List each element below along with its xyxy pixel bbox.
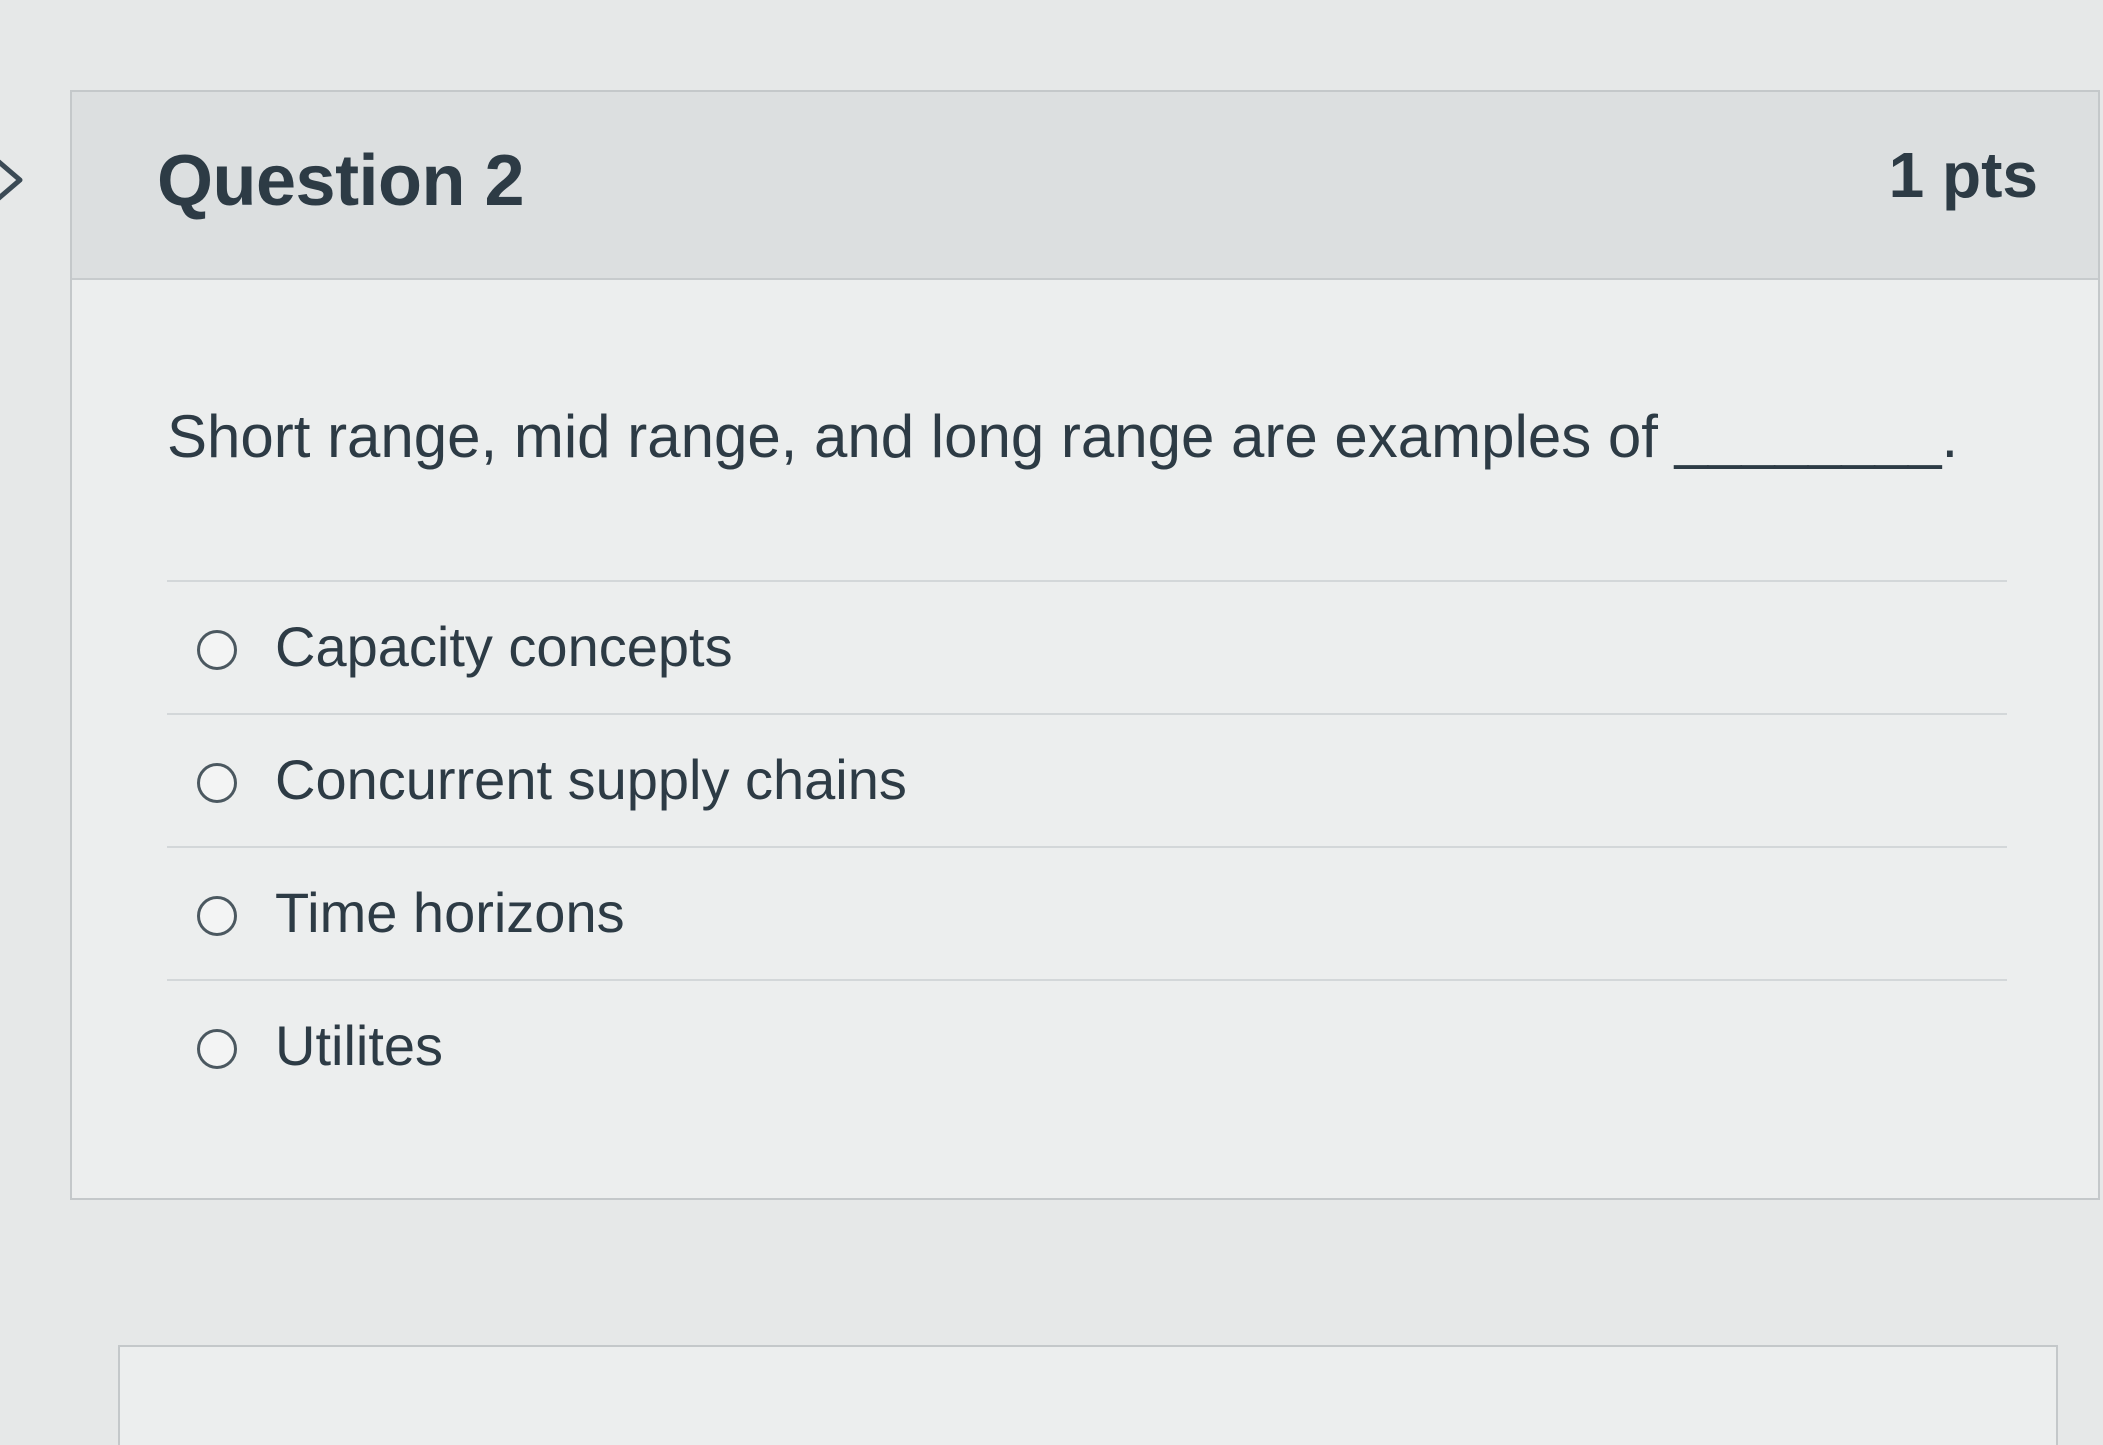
answer-option[interactable]: Utilites — [167, 981, 2007, 1114]
question-points: 1 pts — [1888, 139, 2038, 211]
answer-label[interactable]: Utilites — [275, 1013, 443, 1078]
question-body: Short range, mid range, and long range a… — [72, 280, 2098, 1198]
answer-label[interactable]: Capacity concepts — [275, 614, 733, 679]
answer-list: Capacity concepts Concurrent supply chai… — [167, 580, 2007, 1114]
radio-button-icon[interactable] — [197, 896, 237, 936]
question-text: Short range, mid range, and long range a… — [167, 403, 1959, 470]
chevron-right-icon[interactable] — [0, 150, 30, 210]
radio-button-icon[interactable] — [197, 1029, 237, 1069]
answer-option[interactable]: Capacity concepts — [167, 582, 2007, 715]
answer-label[interactable]: Time horizons — [275, 880, 625, 945]
answer-option[interactable]: Time horizons — [167, 848, 2007, 981]
question-title: Question 2 — [157, 141, 525, 221]
answer-option[interactable]: Concurrent supply chains — [167, 715, 2007, 848]
question-card: Question 2 1 pts Short range, mid range,… — [70, 90, 2100, 1200]
next-question-card — [118, 1345, 2058, 1445]
answer-label[interactable]: Concurrent supply chains — [275, 747, 907, 812]
radio-button-icon[interactable] — [197, 630, 237, 670]
radio-button-icon[interactable] — [197, 763, 237, 803]
question-header: Question 2 1 pts — [72, 92, 2098, 280]
